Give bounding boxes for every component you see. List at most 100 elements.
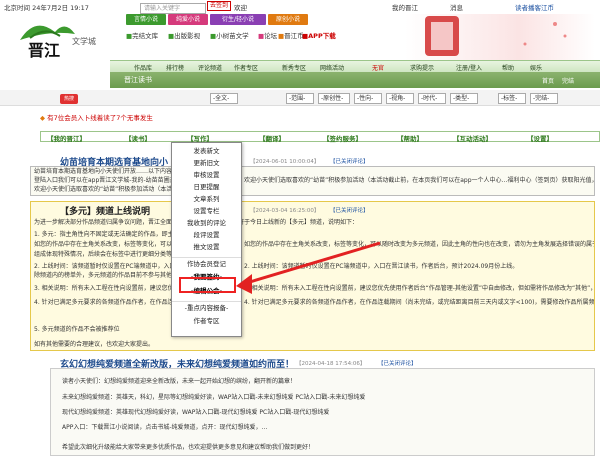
- main-nav: 作品库 排行榜 评论频道 作者专区 新秀专区 网络活动 无官 求购提示 注册/登…: [110, 60, 600, 72]
- dd-received-comments[interactable]: 我收到的评论: [172, 217, 241, 229]
- nav-register-login[interactable]: 注册/登入: [456, 63, 482, 72]
- channel-danmei[interactable]: 纯爱小说: [168, 14, 208, 25]
- article-3-closed: 【已关闭评论】: [378, 361, 417, 367]
- dd-update-work[interactable]: 更新旧文: [172, 157, 241, 169]
- dd-author-zone[interactable]: 作者专区: [172, 315, 241, 327]
- filter-type[interactable]: -类型-: [450, 93, 478, 104]
- article-1-line-2: 登陆入口我们可以在app晋江文学城-我的-幼苗苗圃基地，或点击链接进入: [34, 177, 174, 184]
- beijing-time: 北京时间 24年7月2日 19:17: [4, 4, 89, 12]
- dd-series[interactable]: 文章系列: [172, 193, 241, 205]
- filter-orientation[interactable]: -性向-: [354, 93, 382, 104]
- channel-romance[interactable]: 言情小说: [126, 14, 166, 25]
- article-2-line-3b: 如您的作品中存在主角关系改变，标签等变化，可以随时改变为多元频道，因此主角的性向…: [244, 241, 594, 248]
- messages-link[interactable]: 消息: [450, 2, 463, 12]
- nav-events[interactable]: 网络活动: [320, 63, 344, 72]
- nav-newcomer[interactable]: 新秀专区: [282, 63, 306, 72]
- article-2-line-1: 为进一步解决部分作品频道归属争议问题，晋江全面上线【多元】频道，网站将于今日上线…: [34, 218, 592, 227]
- writing-dropdown-menu: 发表新文 更新旧文 审核设置 日更提醒 文章系列 设置专栏 我收到的评论 段评设…: [171, 142, 242, 337]
- article-1-line-3a: 欢迎小天使们选取喜欢的“幼苗”积极参加活动（本活动截止前，在本页我们可以在app…: [34, 186, 174, 193]
- hot-search-badge[interactable]: 热搜: [60, 94, 78, 104]
- service-publishing[interactable]: ■出版影视: [168, 30, 200, 40]
- annotation-highlight-box: [179, 277, 236, 293]
- banner-graphic-icon: [425, 16, 567, 56]
- tree-logo-icon: 晋江 文学城: [20, 25, 96, 60]
- article-2-title[interactable]: 【多元】频道上线说明: [60, 204, 150, 217]
- welcome-text: 欢迎: [234, 4, 247, 12]
- nav-wanted[interactable]: 求购提示: [410, 63, 434, 72]
- nav-help[interactable]: 帮助: [502, 63, 514, 72]
- help-link[interactable]: 读者播客江币: [515, 2, 554, 12]
- article-3-line-3: 现代幻想纯爱频道：英雄现代幻想纯爱好读，WAP站入口戳-现代幻想纯爱 PC站入口…: [62, 409, 330, 416]
- article-2-line-7b: 3. 相关说明：所有未入工程在性向设置前，建议您优先使用作者后台“作品管理-其他…: [244, 285, 594, 292]
- service-sapling[interactable]: ■小树苗文学: [210, 30, 249, 40]
- article-3-line-4: APP入口：下载晋江小说阅读，点击书城-纯爱频道，点开：现代幻想纯爱，…: [62, 424, 268, 431]
- article-2-line-4: 组成体现特殊情况，后续会在标签中进行更细分类等。: [34, 251, 172, 258]
- article-2-line-10: 如有其他需要的合理建议，也欢迎大家提出。: [34, 341, 155, 348]
- service-finished-library[interactable]: ■完结文库: [126, 30, 158, 40]
- dd-review-settings[interactable]: 审核设置: [172, 169, 241, 181]
- nav-works-library[interactable]: 作品库: [134, 63, 152, 72]
- nav-entertainment[interactable]: 娱乐: [530, 63, 542, 72]
- filter-originality[interactable]: -原创性-: [318, 93, 350, 104]
- article-2-line-3: 如您的作品中存在主角关系改变，标签等变化，可以随时改变为多元频道，因此主角的性向…: [34, 241, 172, 248]
- section-home-link[interactable]: 首页: [542, 76, 554, 85]
- filter-fulltext[interactable]: -全文-: [210, 93, 238, 104]
- article-2-line-5: 2. 上线时间：该频道暂时仅设置在PC端频道中，入口在晋江读书，作者后台，预计2…: [34, 263, 172, 270]
- menu-interactive[interactable]: 【互动活动】: [453, 133, 492, 143]
- dd-recommend-settings[interactable]: 推文设置: [172, 241, 241, 253]
- site-logo[interactable]: 晋江 文学城: [10, 12, 110, 60]
- filter-scope[interactable]: -范围-: [286, 93, 314, 104]
- service-app-download[interactable]: ■APP下载: [302, 30, 336, 40]
- dd-association-register[interactable]: 作协会员登记: [172, 257, 241, 269]
- article-2-line-8b: 4. 针对已满足多元要求的各频道作品作者，在作品连载期间（尚未完结，或完结距离目…: [244, 299, 594, 306]
- search-input[interactable]: 请输入关键字: [140, 3, 206, 14]
- section-finished-link[interactable]: 完结: [562, 76, 574, 85]
- filter-pov[interactable]: -视角-: [386, 93, 414, 104]
- nav-rankings[interactable]: 排行榜: [166, 63, 184, 72]
- reader-menu-bar: 【我的晋江】 【读书】 【写作】 【翻译】 【签约服务】 【帮助】 【互动活动】…: [40, 131, 600, 143]
- filter-era[interactable]: -时代-: [418, 93, 446, 104]
- nav-reviews[interactable]: 评论频道: [198, 63, 222, 72]
- article-3-line-1: 读者小天使们：幻想纯爱频道迎来全新改版，未来一起开始幻想的缤纷，翻开新的篇章！: [62, 378, 297, 385]
- service-jjcoin[interactable]: ■晋江币: [278, 30, 304, 40]
- speaker-icon: ◆: [40, 114, 45, 122]
- dd-daily-reminder[interactable]: 日更提醒: [172, 181, 241, 193]
- article-2-closed: 【已关闭评论】: [330, 208, 369, 214]
- section-bar: 晋江读书 首页 完结: [110, 72, 600, 88]
- nav-recharge[interactable]: 无官: [372, 63, 384, 72]
- dd-new-work[interactable]: 发表新文: [172, 145, 241, 157]
- menu-translation[interactable]: 【翻译】: [259, 133, 285, 143]
- checkin-button[interactable]: 去签到: [207, 1, 232, 11]
- nav-author-zone[interactable]: 作者专区: [234, 63, 258, 72]
- article-1-line-1: 幼苗培育本期选育基地向小天使们开放……以下内容主要面对幼苗作者 本期“幼苗”作品…: [34, 168, 174, 175]
- article-2-line-5b: 2. 上线时间：该频道暂时仅设置在PC端频道中，入口在晋江读书，作者后台，预计2…: [244, 263, 519, 270]
- dd-content-report[interactable]: -重点内容报备-: [172, 301, 241, 313]
- my-jjwxc-link[interactable]: 我的晋江: [392, 2, 418, 12]
- promo-banner[interactable]: [405, 14, 595, 60]
- notice-line[interactable]: ◆ 有7位会员入卜线着读了7个无事发生: [40, 112, 153, 122]
- service-forum[interactable]: ■论坛: [258, 30, 277, 40]
- menu-settings[interactable]: 【设置】: [527, 133, 553, 143]
- article-1-line-3b: 欢迎小天使们选取喜欢的“幼苗”积极参加活动（本活动截止前，在本页我们可以在app…: [244, 177, 594, 184]
- article-3-line-5: 希望此次细化升级能给大家带来更多优质作品，也欢迎提供更多意见和建议帮助我们做到更…: [62, 444, 315, 451]
- channel-fanfic[interactable]: 衍生/轻小说: [210, 14, 266, 25]
- dd-paragraph-comments[interactable]: 段评设置: [172, 229, 241, 241]
- menu-contract[interactable]: 【签约服务】: [323, 133, 362, 143]
- article-3-date: 【2024-04-18 17:54:06】: [296, 361, 366, 367]
- article-2-line-2: 1. 多元：指主角性向不固定或无法确定的作品，即主角不明确…请将全部的以及其他不…: [34, 231, 172, 238]
- filter-finished[interactable]: -完结-: [530, 93, 558, 104]
- article-2-line-8: 4. 针对已满足多元要求的各频道作品作者，在作品连载期间（尚未完结，或完结距离目…: [34, 299, 172, 306]
- top-bar: 北京时间 24年7月2日 19:17 去签到 欢迎 我的晋江 消息 读者播客江币: [0, 0, 600, 12]
- channel-original[interactable]: 原创小说: [268, 14, 308, 25]
- svg-text:文学城: 文学城: [72, 36, 96, 46]
- menu-help[interactable]: 【帮助】: [397, 133, 423, 143]
- article-1-date: 【2024-06-01 10:00:04】: [250, 159, 320, 165]
- menu-my-jjwxc[interactable]: 【我的晋江】: [47, 133, 86, 143]
- menu-reading[interactable]: 【读书】: [125, 133, 151, 143]
- filter-tag[interactable]: -标签-: [498, 93, 526, 104]
- dd-column-settings[interactable]: 设置专栏: [172, 205, 241, 217]
- section-title: 晋江读书: [124, 76, 152, 84]
- article-2-date: 【2024-03-04 16:25:00】: [250, 208, 320, 214]
- article-1-closed: 【已关闭评论】: [330, 159, 369, 165]
- article-3-line-2: 未来幻想纯爱频道：英雄天，科幻，星际等幻想纯爱好读，WAP站入口戳-未来幻想纯爱…: [62, 394, 366, 401]
